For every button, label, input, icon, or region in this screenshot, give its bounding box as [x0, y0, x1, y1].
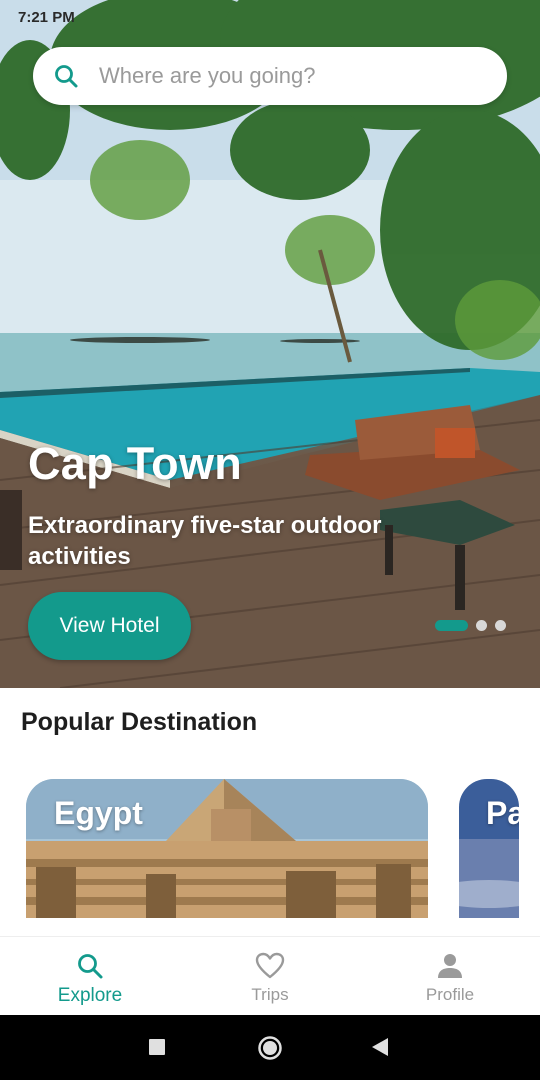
section-title-popular: Popular Destination: [21, 708, 258, 736]
back-icon[interactable]: [371, 1037, 389, 1057]
home-icon[interactable]: [257, 1035, 283, 1061]
status-time: 7:21 PM: [18, 8, 75, 26]
bottom-navigation: Explore Trips Profile: [0, 936, 540, 1015]
destination-card-paris[interactable]: Pa: [459, 779, 519, 918]
heart-icon: [255, 952, 285, 979]
card-label: Egypt: [54, 795, 143, 831]
nav-explore[interactable]: Explore: [0, 937, 180, 1015]
destination-card-egypt[interactable]: Egypt: [26, 779, 428, 918]
carousel-dot[interactable]: [495, 620, 506, 631]
search-icon: [55, 65, 78, 88]
nav-profile[interactable]: Profile: [360, 937, 540, 1015]
nav-label: Trips: [251, 985, 289, 1004]
carousel-indicator: [435, 620, 506, 631]
nav-label: Explore: [57, 985, 123, 1006]
card-label: Pa: [486, 795, 519, 831]
view-hotel-button[interactable]: View Hotel: [28, 592, 191, 660]
carousel-dot-active[interactable]: [435, 620, 468, 631]
hero-banner[interactable]: 7:21 PM Where are you going? Cap Town Ex…: [0, 0, 540, 688]
status-bar: 7:21 PM: [0, 0, 540, 34]
recent-apps-icon[interactable]: [148, 1038, 166, 1056]
nav-label: Profile: [425, 985, 475, 1004]
search-bar[interactable]: Where are you going?: [33, 47, 507, 105]
carousel-dot[interactable]: [476, 620, 487, 631]
search-icon: [78, 954, 103, 979]
hero-subtitle: Extraordinary five-star outdoor activiti…: [28, 512, 382, 570]
hero-title: Cap Town: [28, 438, 243, 489]
person-icon: [438, 954, 462, 978]
search-input[interactable]: Where are you going?: [99, 63, 315, 89]
nav-trips[interactable]: Trips: [180, 937, 360, 1015]
